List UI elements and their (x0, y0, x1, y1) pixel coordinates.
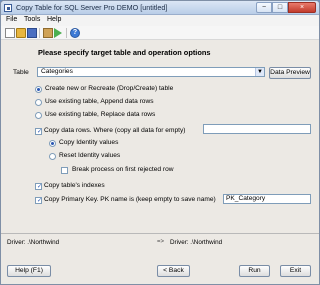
toolbar-separator (39, 28, 40, 38)
new-file-icon[interactable] (5, 28, 15, 38)
copy-table-window: Copy Table for SQL Server Pro DEMO [unti… (0, 0, 320, 285)
minimize-icon[interactable]: − (256, 2, 272, 13)
help-icon[interactable]: ? (70, 28, 80, 38)
copy-primary-key-label: Copy Primary Key. PK name is (keep empty… (44, 196, 216, 203)
primary-key-name-input[interactable]: PK_Category (223, 194, 311, 204)
reset-identity-label: Reset Identity values (59, 152, 121, 159)
append-rows-radio[interactable] (35, 99, 42, 106)
maximize-icon[interactable]: □ (272, 2, 288, 13)
run-icon[interactable] (54, 28, 62, 38)
menu-help[interactable]: Help (47, 16, 61, 23)
direction-arrow: => (157, 239, 165, 245)
exit-button[interactable]: Exit (280, 265, 311, 277)
copy-identity-label: Copy Identity values (59, 139, 119, 146)
append-rows-label: Use existing table, Append data rows (45, 98, 154, 105)
where-condition-input[interactable] (203, 124, 311, 134)
options-icon[interactable] (43, 28, 53, 38)
copy-primary-key-checkbox[interactable] (35, 197, 43, 204)
selected-table-value: Categories (41, 68, 73, 75)
reset-identity-radio[interactable] (49, 153, 56, 160)
menu-bar: File Tools Help (1, 15, 319, 26)
run-button[interactable]: Run (239, 265, 270, 277)
toolbar-separator (66, 28, 67, 38)
back-button[interactable]: < Back (157, 265, 190, 277)
copy-indexes-label: Copy table's indexes (44, 182, 105, 189)
break-process-label: Break process on first rejected row (72, 166, 174, 173)
toolbar: ? (1, 26, 319, 40)
data-preview-button[interactable]: Data Preview (269, 67, 311, 79)
window-title: Copy Table for SQL Server Pro DEMO [unti… (16, 3, 168, 12)
target-driver-status: Driver: .\Northwind (170, 239, 223, 246)
copy-data-rows-label: Copy data rows. Where (copy all data for… (44, 127, 186, 134)
copy-identity-radio[interactable] (49, 140, 56, 147)
menu-tools[interactable]: Tools (24, 16, 40, 23)
help-button[interactable]: Help (F1) (7, 265, 51, 277)
copy-indexes-checkbox[interactable] (35, 183, 43, 190)
open-folder-icon[interactable] (16, 28, 26, 38)
break-process-checkbox[interactable] (61, 167, 68, 174)
close-icon[interactable]: × (288, 2, 316, 13)
chevron-down-icon[interactable]: ▼ (255, 68, 264, 76)
table-label: Table (13, 69, 29, 76)
create-table-label: Create new or Recreate (Drop/Create) tab… (45, 85, 174, 92)
replace-rows-radio[interactable] (35, 112, 42, 119)
copy-data-rows-checkbox[interactable] (35, 128, 43, 135)
create-table-radio[interactable] (35, 86, 42, 93)
instruction-heading: Please specify target table and operatio… (38, 48, 211, 57)
save-icon[interactable] (27, 28, 37, 38)
replace-rows-label: Use existing table, Replace data rows (45, 111, 156, 118)
table-select[interactable]: Categories ▼ (37, 67, 265, 77)
menu-file[interactable]: File (6, 16, 17, 23)
title-bar: Copy Table for SQL Server Pro DEMO [unti… (1, 1, 319, 15)
app-icon (4, 4, 12, 12)
status-divider (1, 233, 319, 234)
source-driver-status: Driver: .\Northwind (7, 239, 60, 246)
